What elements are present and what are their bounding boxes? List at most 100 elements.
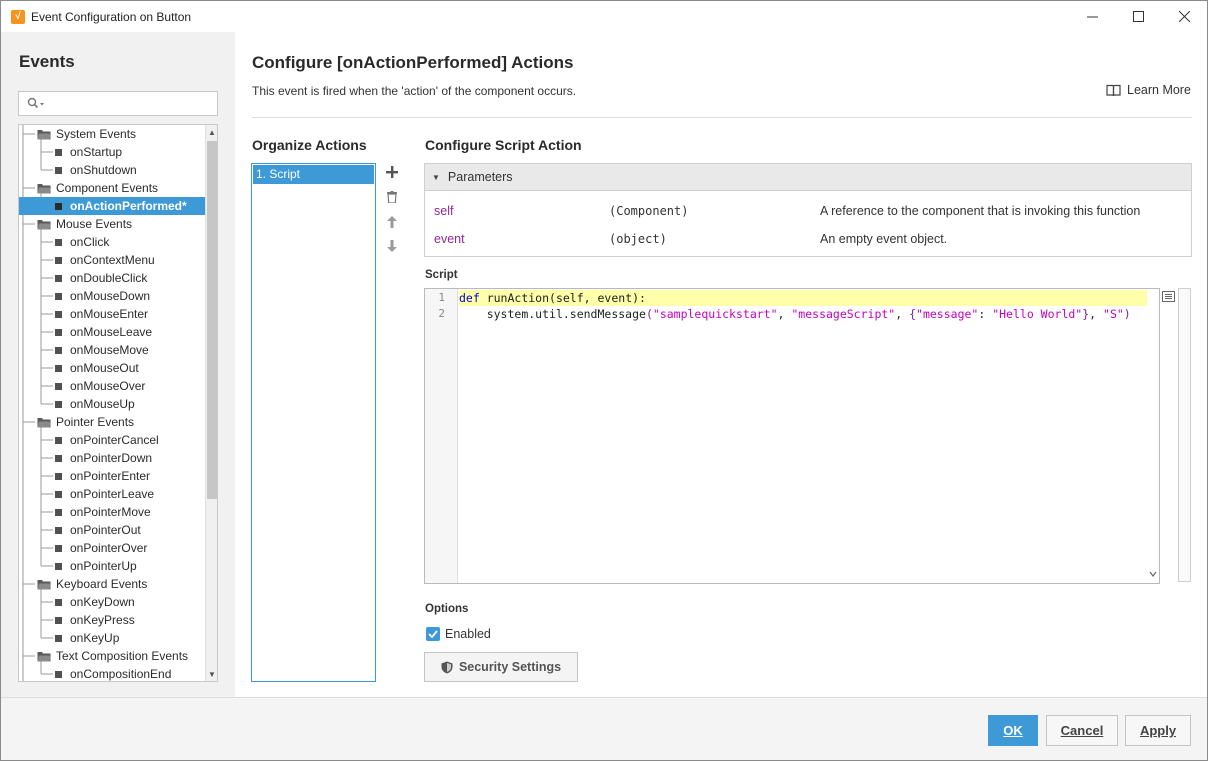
- window-title: Event Configuration on Button: [31, 9, 192, 24]
- action-item[interactable]: 1. Script: [253, 165, 374, 184]
- tree-item-label: onClick: [70, 235, 110, 249]
- parameter-type: (object): [609, 232, 667, 246]
- list-menu-icon[interactable]: [1162, 291, 1176, 303]
- tree-event-item[interactable]: onMouseLeave: [19, 323, 205, 341]
- tree-item-label: onDoubleClick: [70, 271, 148, 285]
- tree-event-item[interactable]: onPointerCancel: [19, 431, 205, 449]
- tree-item-label: Mouse Events: [56, 217, 133, 231]
- event-node-icon: [55, 274, 62, 282]
- code-function-name: runAction: [479, 291, 550, 305]
- tree-event-item[interactable]: onMouseEnter: [19, 305, 205, 323]
- tree-item-label: onStartup: [70, 145, 123, 159]
- tree-folder-item[interactable]: Keyboard Events: [19, 575, 205, 593]
- tree-event-item[interactable]: onPointerOut: [19, 521, 205, 539]
- tree-event-item[interactable]: onMouseMove: [19, 341, 205, 359]
- security-settings-button[interactable]: Security Settings: [424, 652, 578, 682]
- tree-event-item[interactable]: onCompositionEnd: [19, 665, 205, 681]
- actions-list: 1. Script: [251, 163, 376, 682]
- tree-item-label: Keyboard Events: [56, 577, 148, 591]
- scroll-thumb[interactable]: [207, 141, 217, 499]
- folder-open-icon: [37, 651, 51, 661]
- tree-item-label: onMouseOver: [70, 379, 146, 393]
- tree-scrollbar[interactable]: ▲ ▼: [205, 125, 217, 681]
- close-icon[interactable]: [1161, 1, 1207, 32]
- parameters-header[interactable]: ▼ Parameters: [425, 164, 1191, 191]
- folder-open-icon: [37, 129, 51, 139]
- ok-button[interactable]: OK: [988, 715, 1038, 746]
- event-node-icon: [55, 598, 62, 606]
- scroll-down-icon[interactable]: ▼: [206, 667, 217, 681]
- editor-scrollbar[interactable]: [1147, 289, 1159, 583]
- minimize-icon[interactable]: [1069, 1, 1115, 32]
- event-configuration-window: √ Event Configuration on Button Events S…: [0, 0, 1208, 761]
- folder-open-icon: [37, 579, 51, 589]
- tree-event-item[interactable]: onKeyDown: [19, 593, 205, 611]
- tree-event-item[interactable]: onKeyPress: [19, 611, 205, 629]
- tree-folder-item[interactable]: Mouse Events: [19, 215, 205, 233]
- editor-side-panel[interactable]: [1178, 288, 1191, 582]
- collapse-triangle-icon: ▼: [432, 172, 440, 182]
- tree-event-item[interactable]: onMouseDown: [19, 287, 205, 305]
- tree-event-item[interactable]: onActionPerformed*: [19, 197, 205, 215]
- tree-event-item[interactable]: onContextMenu: [19, 251, 205, 269]
- code-comma: ,: [1089, 307, 1104, 321]
- tree-event-item[interactable]: onDoubleClick: [19, 269, 205, 287]
- move-up-icon[interactable]: [384, 214, 400, 230]
- tree-event-item[interactable]: onPointerDown: [19, 449, 205, 467]
- delete-icon[interactable]: [384, 189, 400, 205]
- maximize-icon[interactable]: [1115, 1, 1161, 32]
- event-node-icon: [55, 310, 62, 318]
- search-input[interactable]: [18, 91, 218, 116]
- code-paren: ): [1123, 307, 1131, 321]
- tree-folder-item[interactable]: Text Composition Events: [19, 647, 205, 665]
- configure-script-title: Configure Script Action: [425, 137, 582, 153]
- tree-folder-item[interactable]: Component Events: [19, 179, 205, 197]
- code-string: "samplequickstart": [652, 307, 778, 321]
- tree-event-item[interactable]: onPointerEnter: [19, 467, 205, 485]
- tree-event-item[interactable]: onMouseOut: [19, 359, 205, 377]
- tree-event-item[interactable]: onPointerLeave: [19, 485, 205, 503]
- code-call: system.util.sendMessage: [486, 307, 646, 321]
- tree-folder-item[interactable]: Pointer Events: [19, 413, 205, 431]
- tree-item-label: onMouseMove: [70, 343, 149, 357]
- add-icon[interactable]: [384, 164, 400, 180]
- code-string: "message": [916, 307, 979, 321]
- event-node-icon: [55, 328, 62, 336]
- learn-more-link[interactable]: Learn More: [1106, 83, 1191, 97]
- enabled-checkbox-row[interactable]: Enabled: [426, 627, 491, 641]
- tree-folder-item[interactable]: System Events: [19, 125, 205, 143]
- parameter-row: self (Component) A reference to the comp…: [425, 204, 1191, 224]
- tree-event-item[interactable]: onPointerUp: [19, 557, 205, 575]
- tree-event-item[interactable]: onStartup: [19, 143, 205, 161]
- scroll-up-icon[interactable]: ▲: [206, 125, 217, 139]
- organize-actions-title: Organize Actions: [252, 137, 367, 153]
- script-editor[interactable]: 1 2 def runAction(self, event): system.u…: [424, 288, 1160, 584]
- move-down-icon[interactable]: [384, 238, 400, 254]
- event-node-icon: [55, 634, 62, 642]
- tree-event-item[interactable]: onKeyUp: [19, 629, 205, 647]
- tree-item-label: Component Events: [56, 181, 159, 195]
- tree-event-item[interactable]: onPointerOver: [19, 539, 205, 557]
- tree-item-label: onKeyDown: [70, 595, 135, 609]
- title-bar: √ Event Configuration on Button: [1, 1, 1207, 32]
- dialog-footer: OK Cancel Apply: [1, 697, 1207, 760]
- event-node-icon: [55, 616, 62, 624]
- tree-event-item[interactable]: onMouseUp: [19, 395, 205, 413]
- code-paren: (: [645, 307, 653, 321]
- chevron-down-icon[interactable]: [1147, 289, 1159, 583]
- checkmark-icon: [428, 630, 438, 638]
- code-string: "S": [1103, 307, 1124, 321]
- tree-event-item[interactable]: onMouseOver: [19, 377, 205, 395]
- code-string: "Hello World": [992, 307, 1083, 321]
- enabled-checkbox[interactable]: [426, 627, 440, 641]
- tree-event-item[interactable]: onClick: [19, 233, 205, 251]
- code-string: "messageScript": [791, 307, 896, 321]
- tree-event-item[interactable]: onPointerMove: [19, 503, 205, 521]
- events-title: Events: [19, 52, 75, 71]
- tree-item-label: onMouseDown: [70, 289, 151, 303]
- code-line[interactable]: def runAction(self, event):: [459, 290, 1147, 306]
- apply-button[interactable]: Apply: [1125, 715, 1191, 746]
- cancel-button[interactable]: Cancel: [1046, 715, 1118, 746]
- code-line[interactable]: system.util.sendMessage("samplequickstar…: [459, 306, 1131, 322]
- tree-event-item[interactable]: onShutdown: [19, 161, 205, 179]
